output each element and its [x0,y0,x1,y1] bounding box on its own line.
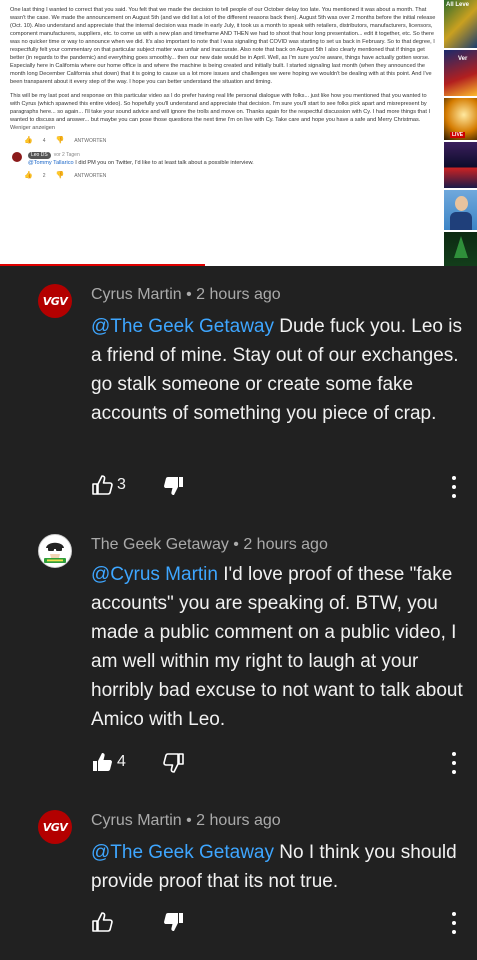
embedded-reply-text: I did PM you on Twitter, I'd like to at … [73,160,254,166]
video-thumbnail[interactable] [444,142,477,188]
video-thumbnail[interactable]: All Leve [444,0,477,48]
comment-author[interactable]: The Geek Getaway [91,536,229,553]
person-thumbnail-face [455,196,468,211]
comment-body: @The Geek Getaway Dude fuck you. Leo is … [91,312,463,428]
comment: VGV Cyrus Martin • 2 hours ago @The Geek… [0,266,477,518]
like-icon[interactable] [91,752,113,772]
recommended-videos-sidebar: All Leve Ver LIVE [444,0,477,266]
embedded-actions-1: 👍 4 👎 ANTWORTEN [24,137,438,145]
like-count: 3 [117,476,126,493]
video-thumbnail[interactable]: LIVE [444,98,477,140]
embedded-reply-time: vor 2 Tagen [53,152,80,158]
dislike-icon[interactable]: 👎 [56,172,65,180]
avatar-logo-text: VGV [42,820,68,834]
embedded-reply-button[interactable]: ANTWORTEN [74,137,106,145]
comment-meta: The Geek Getaway • 2 hours ago [91,536,328,554]
like-icon[interactable]: 👍 [24,172,33,180]
comment-time: • 2 hours ago [181,286,281,303]
comment-author[interactable]: Cyrus Martin [91,812,182,829]
dislike-icon[interactable] [163,476,185,496]
avatar[interactable] [38,534,72,568]
embedded-paragraph-1: One last thing I wanted to correct that … [10,7,436,85]
comment-meta: Cyrus Martin • 2 hours ago [91,812,281,830]
embedded-reply-author[interactable]: Leo DS [28,152,51,159]
comment-body: @The Geek Getaway No I think you should … [91,838,463,896]
comment-time: • 2 hours ago [228,536,328,553]
dislike-icon[interactable] [163,753,185,773]
comment: The Geek Getaway • 2 hours ago @Cyrus Ma… [0,518,477,798]
embedded-comment: One last thing I wanted to correct that … [10,6,438,186]
comment-text: I'd love proof of these "fake accounts" … [91,564,463,730]
comment-time: • 2 hours ago [181,812,281,829]
embedded-reply-mention[interactable]: @Tommy Tallarico [28,160,74,166]
embedded-reply: Leo DS vor 2 Tagen @Tommy Tallarico I did… [12,151,438,167]
comment-body: @Cyrus Martin I'd love proof of these "f… [91,560,463,734]
embedded-paragraph-2: This will be my last post and response o… [10,93,431,123]
dislike-icon[interactable]: 👎 [56,137,65,145]
more-options-icon[interactable] [450,752,458,774]
comment-author[interactable]: Cyrus Martin [91,286,182,303]
like-icon[interactable] [91,912,113,932]
embedded-like-count: 4 [42,138,46,144]
like-icon[interactable] [91,475,113,495]
like-icon[interactable]: 👍 [24,137,33,145]
embedded-actions-2: 👍 2 👎 ANTWORTEN [24,172,438,180]
like-count: 4 [117,753,126,770]
avatar [12,152,22,162]
video-thumbnail[interactable]: Ver [444,50,477,96]
video-thumbnail[interactable] [444,190,477,230]
tree-icon [454,236,468,258]
video-thumbnail[interactable] [444,232,477,266]
comment-mention[interactable]: @Cyrus Martin [91,564,218,585]
more-options-icon[interactable] [450,912,458,934]
live-badge: LIVE [450,132,466,138]
avatar[interactable]: VGV [38,284,72,318]
comment-meta: Cyrus Martin • 2 hours ago [91,286,281,304]
comment-mention[interactable]: @The Geek Getaway [91,842,274,863]
comment: VGV Cyrus Martin • 2 hours ago @The Geek… [0,798,477,960]
show-less-link[interactable]: Weniger anzeigen [10,124,438,132]
person-thumbnail-shirt [450,212,472,230]
thumbnail-badge: All Leve [446,2,470,8]
avatar[interactable]: VGV [38,810,72,844]
thumbnail-badge: Ver [458,56,468,62]
dislike-icon[interactable] [163,912,185,932]
embedded-reply-button[interactable]: ANTWORTEN [74,172,106,180]
avatar-logo-text: VGV [42,294,68,308]
geek-getaway-logo-icon [44,542,66,563]
more-options-icon[interactable] [450,476,458,498]
comment-mention[interactable]: @The Geek Getaway [91,316,274,337]
embedded-like-count: 2 [42,173,46,179]
embedded-comment-screenshot: One last thing I wanted to correct that … [0,0,477,266]
